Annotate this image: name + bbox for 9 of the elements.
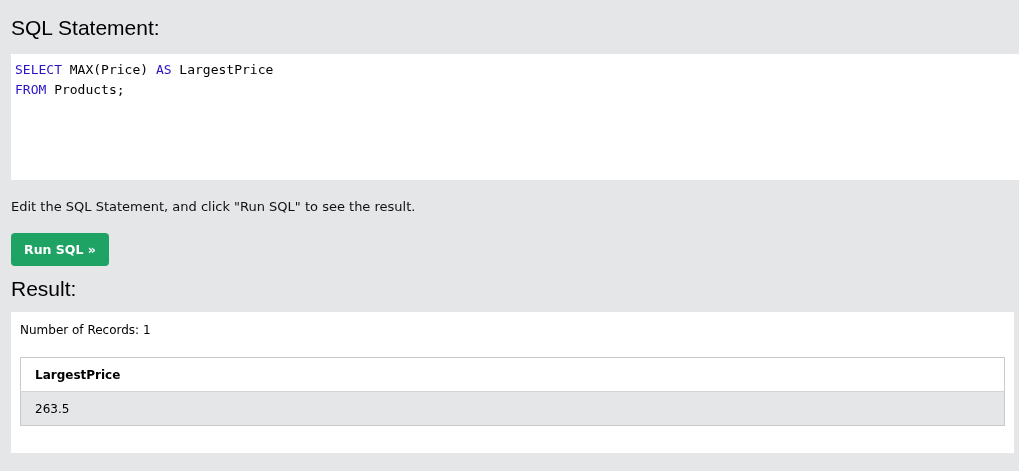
code-line: FROM Products; <box>15 81 125 99</box>
section-heading: SQL Statement: <box>11 15 160 41</box>
section-heading: Result: <box>11 276 77 302</box>
sql-editor[interactable]: SELECT MAX(Price) AS LargestPrice FROM Products; <box>11 54 1019 180</box>
table-cell: 263.5 <box>20 391 1005 426</box>
code-line: SELECT MAX(Price) AS LargestPrice <box>15 61 274 79</box>
instruction-text: Edit the SQL Statement, and click "Run SQL" to see the result. <box>11 199 416 215</box>
record-count: Number of Records: 1 <box>20 322 151 338</box>
column-header: LargestPrice <box>20 357 1005 392</box>
